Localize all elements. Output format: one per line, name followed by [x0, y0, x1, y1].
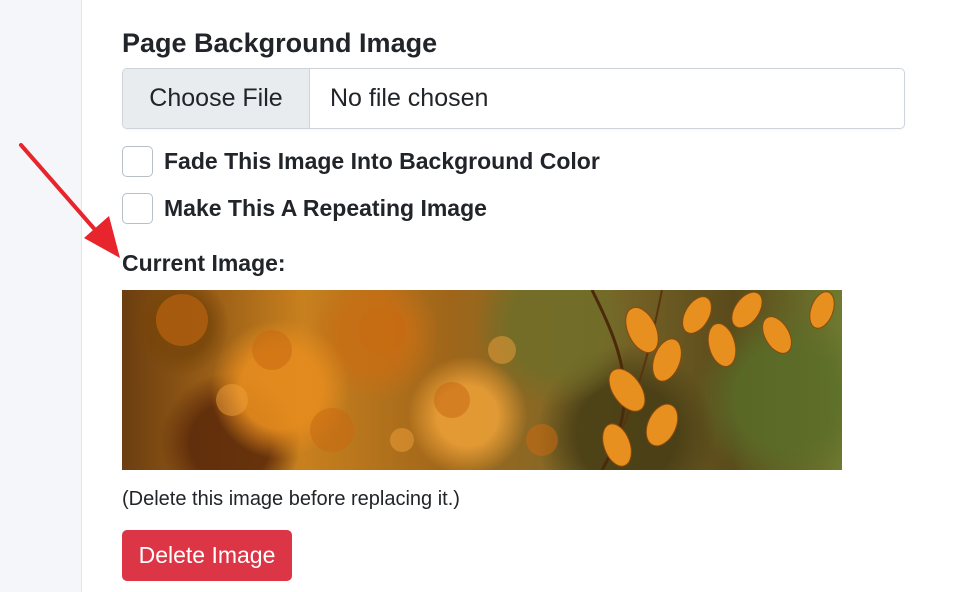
- file-input[interactable]: Choose File No file chosen: [122, 68, 905, 129]
- fade-option[interactable]: Fade This Image Into Background Color: [122, 144, 600, 178]
- current-image-preview: [122, 290, 842, 470]
- delete-note: (Delete this image before replacing it.): [122, 488, 460, 510]
- delete-image-button[interactable]: Delete Image: [122, 530, 292, 581]
- repeat-option[interactable]: Make This A Repeating Image: [122, 191, 487, 225]
- fade-checkbox-label[interactable]: Fade This Image Into Background Color: [164, 148, 600, 175]
- repeat-checkbox[interactable]: [122, 192, 153, 224]
- fade-checkbox[interactable]: [122, 145, 153, 177]
- section-title: Page Background Image: [122, 28, 438, 58]
- file-status: No file chosen: [330, 84, 489, 112]
- repeat-checkbox-label[interactable]: Make This A Repeating Image: [164, 195, 487, 222]
- left-sidebar: [0, 0, 82, 592]
- autumn-leaves-photo-icon: [156, 290, 835, 470]
- choose-file-button[interactable]: Choose File: [123, 69, 310, 128]
- current-image-label: Current Image:: [122, 250, 286, 276]
